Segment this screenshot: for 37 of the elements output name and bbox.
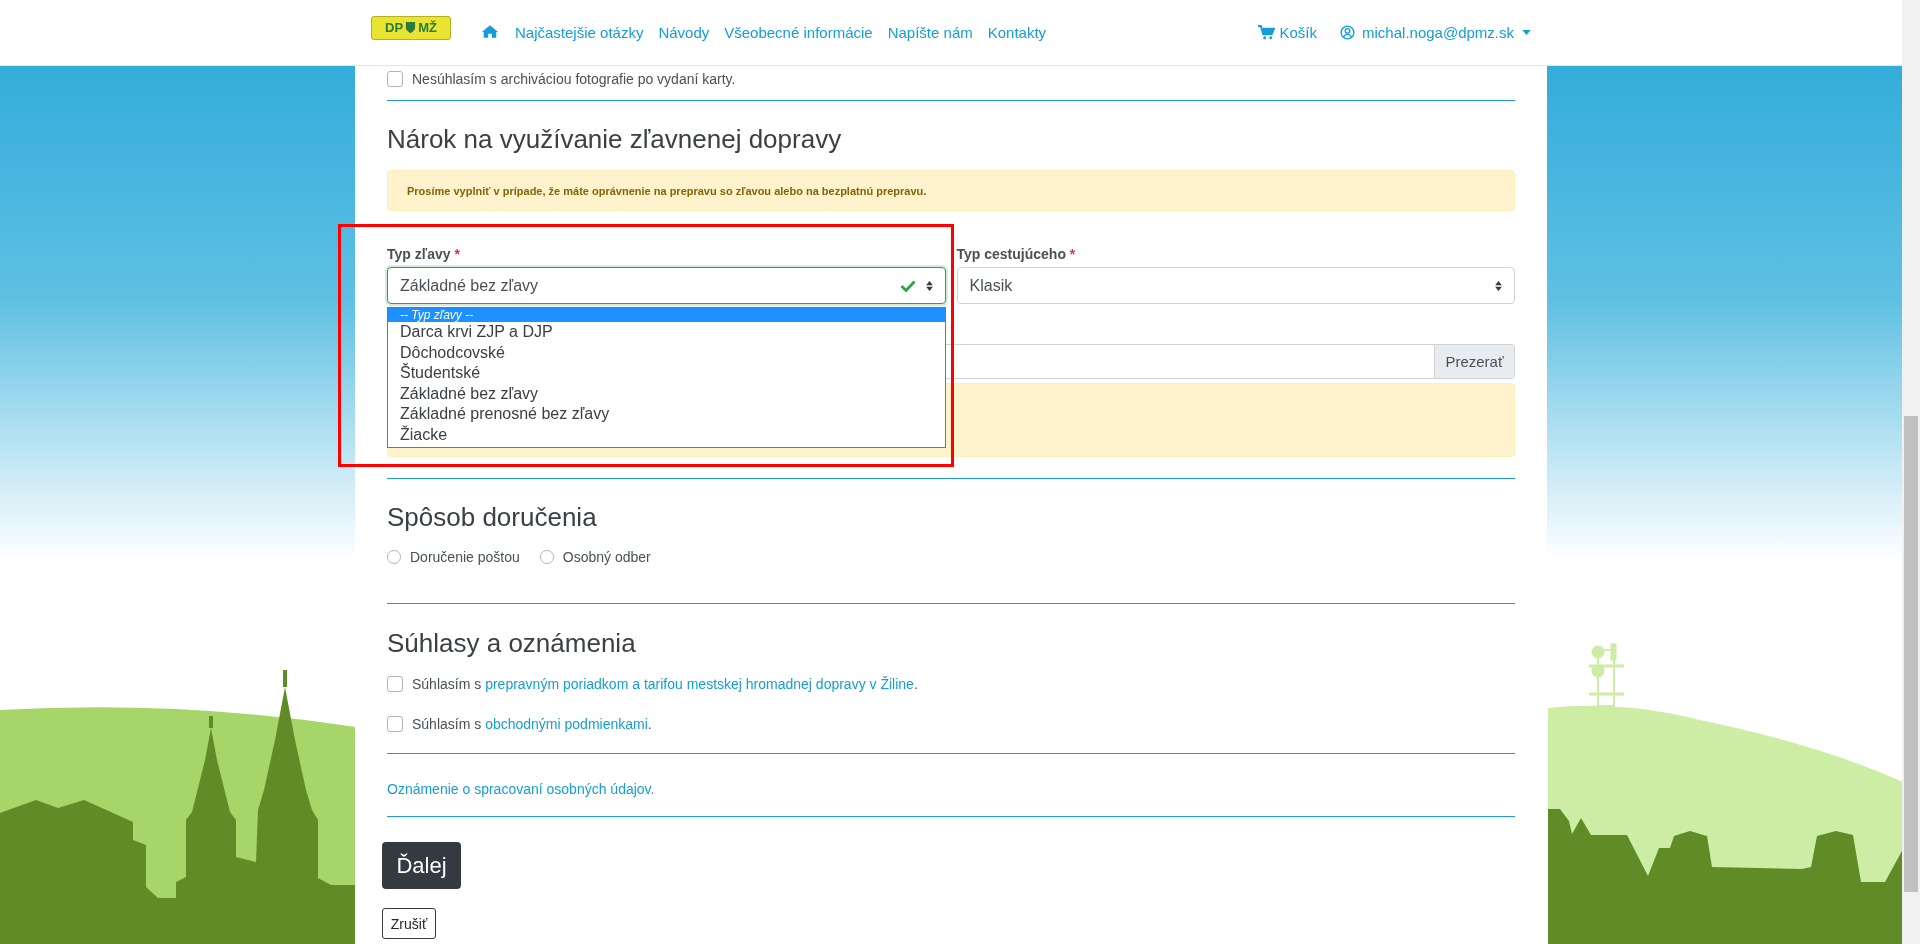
dropdown-option[interactable]: Základné prenosné bez zľavy	[388, 404, 945, 425]
notice-alert: Prosíme vyplniť v prípade, že máte oprávnenie na prepravu so zľavou alebo na bezplatnú prepravu.	[387, 170, 1515, 211]
file-input[interactable]: Prezerať	[945, 344, 1515, 379]
sort-arrows-icon	[925, 280, 933, 291]
consent-label: Súhlasím s prepravným poriadkom a tarifou mestskej hromadnej dopravy v Žiline.	[412, 676, 918, 692]
user-icon[interactable]	[1340, 25, 1356, 40]
next-button[interactable]: Ďalej	[382, 842, 461, 889]
consent-label: Súhlasím s obchodnými podmienkami.	[412, 716, 652, 732]
field-label: Typ cestujúceho *	[956, 245, 1077, 263]
dropdown-option[interactable]: Darca krvi ZJP a DJP	[388, 322, 945, 343]
browse-button[interactable]: Prezerať	[1434, 345, 1514, 378]
checkbox[interactable]	[387, 71, 403, 87]
section-heading: Nárok na využívanie zľavnenej dopravy	[387, 123, 843, 155]
logo[interactable]: DP MŽ	[371, 15, 451, 40]
radio-label: Osobný odber	[562, 549, 651, 565]
dropdown-option[interactable]: Študentské	[388, 363, 945, 384]
radio-button[interactable]	[387, 550, 401, 564]
section-heading: Súhlasy a oznámenia	[387, 627, 637, 659]
home-icon[interactable]	[481, 24, 499, 39]
scrollbar[interactable]	[1902, 0, 1920, 944]
traveler-type-select[interactable]: Klasik	[956, 267, 1515, 304]
field-label: Typ zľavy *	[387, 245, 461, 263]
sort-arrows-icon	[1495, 280, 1502, 291]
discount-type-select[interactable]: Základné bez zľavy	[387, 267, 946, 304]
radio-label: Doručenie poštou	[410, 549, 520, 565]
checkbox[interactable]	[387, 716, 403, 732]
caret-icon[interactable]	[1522, 30, 1531, 35]
checkbox-label: Nesúhlasím s archiváciou fotografie po vydaní karty.	[412, 71, 736, 87]
checkbox[interactable]	[387, 676, 403, 692]
cart-icon[interactable]	[1257, 25, 1275, 40]
section-heading: Spôsob doručenia	[387, 501, 598, 533]
dropdown-option[interactable]: Základné bez zľavy	[388, 383, 945, 404]
dropdown-option[interactable]: Dôchodcovské	[388, 342, 945, 363]
checkmark-icon	[899, 279, 916, 292]
radio-button[interactable]	[539, 550, 554, 564]
dropdown-option[interactable]: Žiacke	[388, 424, 945, 445]
cancel-button[interactable]: Zrušiť	[382, 908, 436, 939]
